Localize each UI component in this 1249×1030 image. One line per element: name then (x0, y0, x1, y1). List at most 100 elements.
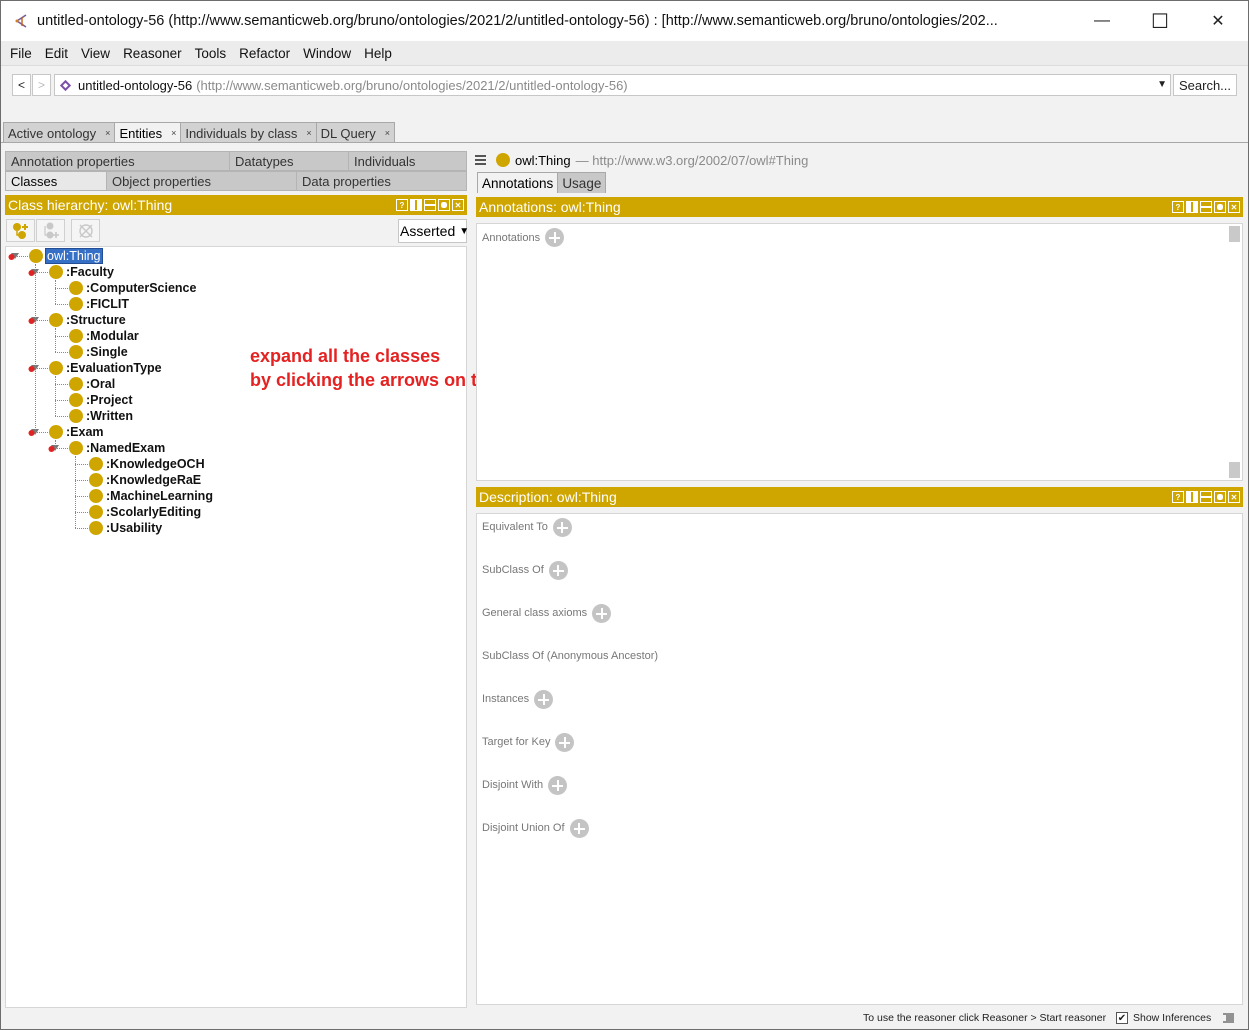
help-icon[interactable]: ? (1172, 201, 1184, 213)
search-button[interactable]: Search... (1173, 74, 1237, 96)
tree-node[interactable]: :ScolarlyEditing (89, 504, 201, 520)
expand-toggle-icon[interactable] (28, 268, 40, 278)
expand-toggle-icon[interactable] (28, 364, 40, 374)
tab-individuals-by-class[interactable]: Individuals by class × (180, 122, 317, 143)
menu-refactor[interactable]: Refactor (234, 46, 295, 61)
delete-icon (78, 223, 93, 238)
scrollbar-thumb-bottom[interactable] (1229, 462, 1240, 478)
tree-node[interactable]: :KnowledgeOCH (89, 456, 205, 472)
minimize-button[interactable]: — (1073, 1, 1131, 41)
tab-annotation-properties[interactable]: Annotation properties (5, 151, 230, 171)
close-view-icon[interactable]: ✕ (1228, 201, 1240, 213)
add-subclass-ofbutton[interactable] (548, 561, 568, 580)
tree-node[interactable]: :EvaluationType (49, 360, 162, 376)
tab-object-properties[interactable]: Object properties (106, 171, 297, 191)
add-annotation-button[interactable] (545, 228, 565, 247)
maximize-view-icon[interactable] (1214, 201, 1226, 213)
annotations-header: Annotations: owl:Thing ? ✕ (476, 197, 1243, 217)
close-view-icon[interactable]: ✕ (452, 199, 464, 211)
entity-tabs-row2: Classes Object properties Data propertie… (5, 171, 467, 191)
tree-node[interactable]: :FICLIT (69, 296, 129, 312)
expand-toggle-icon[interactable] (28, 316, 40, 326)
description-section: Instances (482, 690, 554, 709)
tree-node[interactable]: :ComputerScience (69, 280, 196, 296)
split-vertical-icon[interactable] (1186, 201, 1198, 213)
tree-node[interactable]: :Written (69, 408, 133, 424)
menu-edit[interactable]: Edit (40, 46, 73, 61)
tree-node[interactable]: :Faculty (49, 264, 114, 280)
maximize-view-icon[interactable] (1214, 491, 1226, 503)
expand-toggle-icon[interactable] (48, 444, 60, 454)
expand-toggle-icon[interactable] (28, 428, 40, 438)
ontology-selector[interactable]: untitled-ontology-56 (http://www.semanti… (54, 74, 1171, 96)
add-subclass-button[interactable] (6, 219, 35, 242)
tab-data-properties[interactable]: Data properties (296, 171, 467, 191)
section-label: SubClass Of (Anonymous Ancestor) (482, 650, 659, 662)
menu-view[interactable]: View (76, 46, 115, 61)
tab-usage[interactable]: Usage (557, 172, 607, 193)
close-tab-icon[interactable]: × (105, 128, 110, 138)
class-icon (49, 265, 63, 279)
add-equivalent-tobutton[interactable] (552, 518, 572, 537)
add-instancesbutton[interactable] (534, 690, 554, 709)
tree-node[interactable]: :Usability (89, 520, 162, 536)
show-inferences-toggle[interactable]: ✔ Show Inferences (1116, 1012, 1211, 1024)
split-horizontal-icon[interactable] (424, 199, 436, 211)
class-icon (69, 409, 83, 423)
menu-window[interactable]: Window (298, 46, 356, 61)
menu-file[interactable]: File (5, 46, 37, 61)
close-window-button[interactable]: ✕ (1189, 1, 1247, 41)
expand-toggle-icon[interactable] (8, 252, 20, 262)
tab-label: DL Query (320, 125, 376, 141)
close-view-icon[interactable]: ✕ (1228, 491, 1240, 503)
forward-button[interactable]: > (32, 74, 51, 96)
menu-icon[interactable] (475, 155, 486, 165)
tab-dl-query[interactable]: DL Query × (315, 122, 396, 143)
help-icon[interactable]: ? (396, 199, 408, 211)
split-horizontal-icon[interactable] (1200, 491, 1212, 503)
tab-classes[interactable]: Classes (5, 171, 107, 191)
tab-annotations[interactable]: Annotations (477, 172, 559, 193)
show-inferences-checkbox[interactable]: ✔ (1116, 1012, 1128, 1024)
tree-node[interactable]: :KnowledgeRaE (89, 472, 201, 488)
help-icon[interactable]: ? (1172, 491, 1184, 503)
tree-node[interactable]: :Project (69, 392, 133, 408)
add-target-for-keybutton[interactable] (555, 733, 575, 752)
add-general-class-axiomsbutton[interactable] (592, 604, 612, 623)
menu-help[interactable]: Help (359, 46, 397, 61)
close-icon: ✕ (1211, 13, 1225, 30)
tree-node[interactable]: owl:Thing (29, 248, 103, 264)
tree-node[interactable]: :Single (69, 344, 128, 360)
add-disjoint-withbutton[interactable] (548, 776, 568, 795)
tab-entities[interactable]: Entities × (114, 122, 182, 143)
tree-node[interactable]: :Modular (69, 328, 139, 344)
maximize-button[interactable]: ☐ (1131, 1, 1189, 41)
split-horizontal-icon[interactable] (1200, 201, 1212, 213)
log-icon[interactable] (1223, 1013, 1234, 1024)
tree-node[interactable]: :NamedExam (69, 440, 165, 456)
dropdown-arrow-icon[interactable]: ▼ (1157, 79, 1167, 90)
tree-node[interactable]: :MachineLearning (89, 488, 213, 504)
back-button[interactable]: < (12, 74, 31, 96)
split-vertical-icon[interactable] (410, 199, 422, 211)
hierarchy-mode-select[interactable]: Asserted ▼ (398, 219, 469, 243)
tab-datatypes[interactable]: Datatypes (229, 151, 349, 171)
close-tab-icon[interactable]: × (385, 128, 390, 138)
tree-node[interactable]: :Exam (49, 424, 104, 440)
delete-class-button[interactable] (71, 219, 100, 242)
menu-tools[interactable]: Tools (190, 46, 232, 61)
menu-reasoner[interactable]: Reasoner (118, 46, 187, 61)
close-tab-icon[interactable]: × (306, 128, 311, 138)
add-sibling-button[interactable] (36, 219, 65, 242)
maximize-view-icon[interactable] (438, 199, 450, 211)
tree-node[interactable]: :Oral (69, 376, 115, 392)
scrollbar-thumb-top[interactable] (1229, 226, 1240, 242)
tab-active-ontology[interactable]: Active ontology × (3, 122, 116, 143)
split-vertical-icon[interactable] (1186, 491, 1198, 503)
close-tab-icon[interactable]: × (171, 128, 176, 138)
annotations-title: Annotations: owl:Thing (479, 199, 621, 215)
add-disjoint-union-ofbutton[interactable] (569, 819, 589, 838)
tab-individuals[interactable]: Individuals (348, 151, 467, 171)
reasoner-status: To use the reasoner click Reasoner > Sta… (863, 1012, 1107, 1024)
tree-node[interactable]: :Structure (49, 312, 126, 328)
